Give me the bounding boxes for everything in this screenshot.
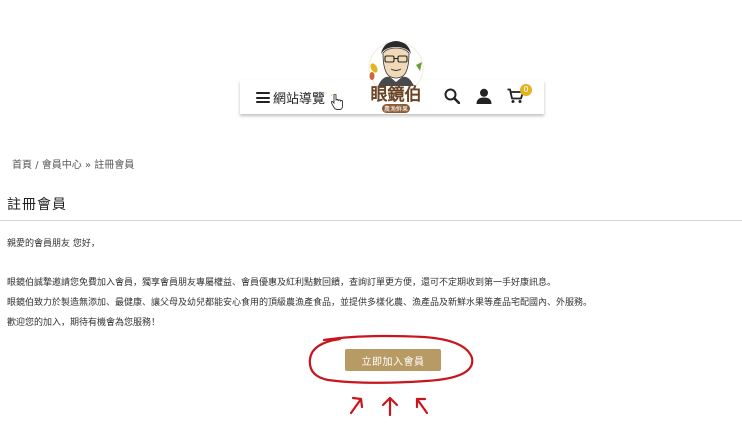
pointer-hand-icon: [331, 94, 343, 110]
search-icon[interactable]: [444, 88, 460, 104]
menu-icon: [256, 92, 270, 103]
breadcrumb-current: 註冊會員: [94, 160, 135, 171]
logo-wordmark: 眼鏡伯: [371, 84, 422, 105]
intro-paragraph: 眼鏡伯誠摯邀請您免費加入會員，獨享會員朋友專屬權益、會員優惠及紅利點數回饋，查詢…: [7, 278, 557, 288]
red-arrows-annotation: [349, 396, 429, 417]
title-divider: [0, 220, 742, 221]
breadcrumb-separator: /: [35, 160, 39, 171]
welcome-paragraph: 歡迎您的加入，期待有機會為您服務！: [7, 318, 161, 328]
breadcrumb-separator: »: [84, 160, 92, 171]
site-nav-toggle[interactable]: 網站導覽: [256, 88, 325, 107]
greeting-text: 親愛的會員朋友 您好，: [7, 239, 100, 249]
join-member-button[interactable]: 立即加入會員: [345, 349, 441, 371]
breadcrumb-member-center[interactable]: 會員中心: [42, 160, 82, 171]
site-nav-label: 網站導覽: [273, 92, 326, 107]
breadcrumb-home[interactable]: 首頁: [12, 160, 32, 171]
breadcrumb: 首頁 / 會員中心 » 註冊會員: [12, 156, 134, 171]
brand-logo[interactable]: 眼鏡伯 農漁鮮果: [356, 38, 436, 114]
user-icon[interactable]: [476, 88, 492, 104]
mission-paragraph: 眼鏡伯致力於製造無添加、最健康、讓父母及幼兒都能安心食用的頂級農漁產食品，並提供…: [7, 298, 593, 308]
page-title: 註冊會員: [7, 197, 67, 213]
cart-count-badge: 0: [520, 84, 532, 96]
logo-subtitle: 農漁鮮果: [384, 105, 408, 113]
